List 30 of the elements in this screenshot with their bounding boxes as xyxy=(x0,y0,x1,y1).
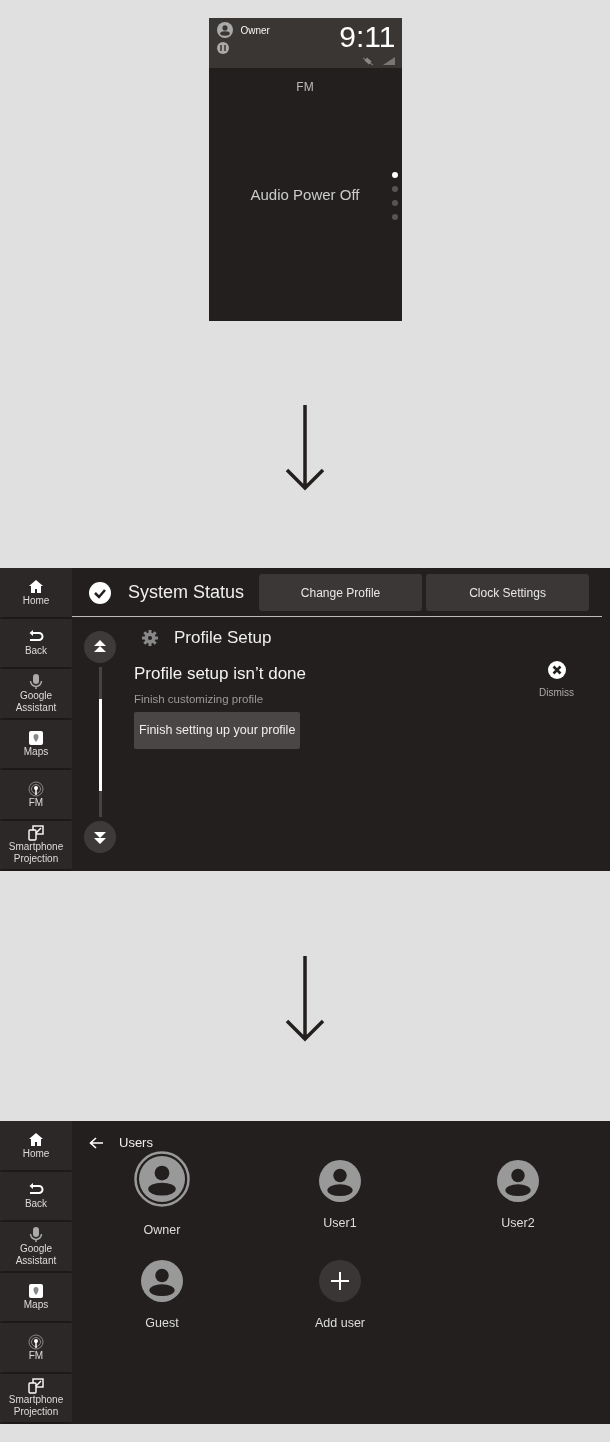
sidebar-item[interactable]: Google Assistant xyxy=(0,1222,72,1273)
notice-heading: Profile setup isn’t done xyxy=(134,662,306,685)
tab-button[interactable]: Change Profile xyxy=(259,574,423,611)
sidebar-item[interactable]: Maps xyxy=(0,1272,72,1323)
finish-profile-button[interactable]: Finish setting up your profile xyxy=(134,712,301,749)
user-tile[interactable]: Add user xyxy=(251,1251,429,1333)
sidebar-item[interactable]: Back xyxy=(0,1171,72,1222)
clock: 9:11 xyxy=(339,22,396,52)
section-title: Profile Setup xyxy=(174,627,272,649)
sidebar-item[interactable]: FM xyxy=(0,770,72,821)
status-message: Audio Power Off xyxy=(249,185,361,205)
sidebar-item[interactable]: Google Assistant xyxy=(0,669,72,720)
user-tile[interactable]: User2 xyxy=(429,1150,607,1240)
screen-title: System Status xyxy=(128,581,245,604)
user-tile[interactable]: Guest xyxy=(73,1251,251,1333)
notice-subtitle: Finish customizing profile xyxy=(134,692,264,707)
sidebar-item[interactable]: Maps xyxy=(0,719,72,770)
sidebar-item[interactable]: Home xyxy=(0,568,72,619)
source-label: FM xyxy=(295,79,315,96)
user-tile[interactable]: Owner xyxy=(73,1150,251,1240)
tab-button[interactable]: Clock Settings xyxy=(426,574,590,611)
user-tile[interactable]: User1 xyxy=(251,1150,429,1240)
user-name: Owner xyxy=(240,23,270,38)
sidebar-item[interactable]: Home xyxy=(0,1121,72,1172)
sidebar-item[interactable]: FM xyxy=(0,1323,72,1374)
sidebar-item[interactable]: Back xyxy=(0,618,72,669)
sidebar-item[interactable]: Smartphone Projection xyxy=(0,1373,72,1424)
sidebar-item[interactable]: Smartphone Projection xyxy=(0,820,72,871)
dismiss-button[interactable]: Dismiss xyxy=(539,660,574,749)
screen-title: Users xyxy=(119,1134,153,1152)
